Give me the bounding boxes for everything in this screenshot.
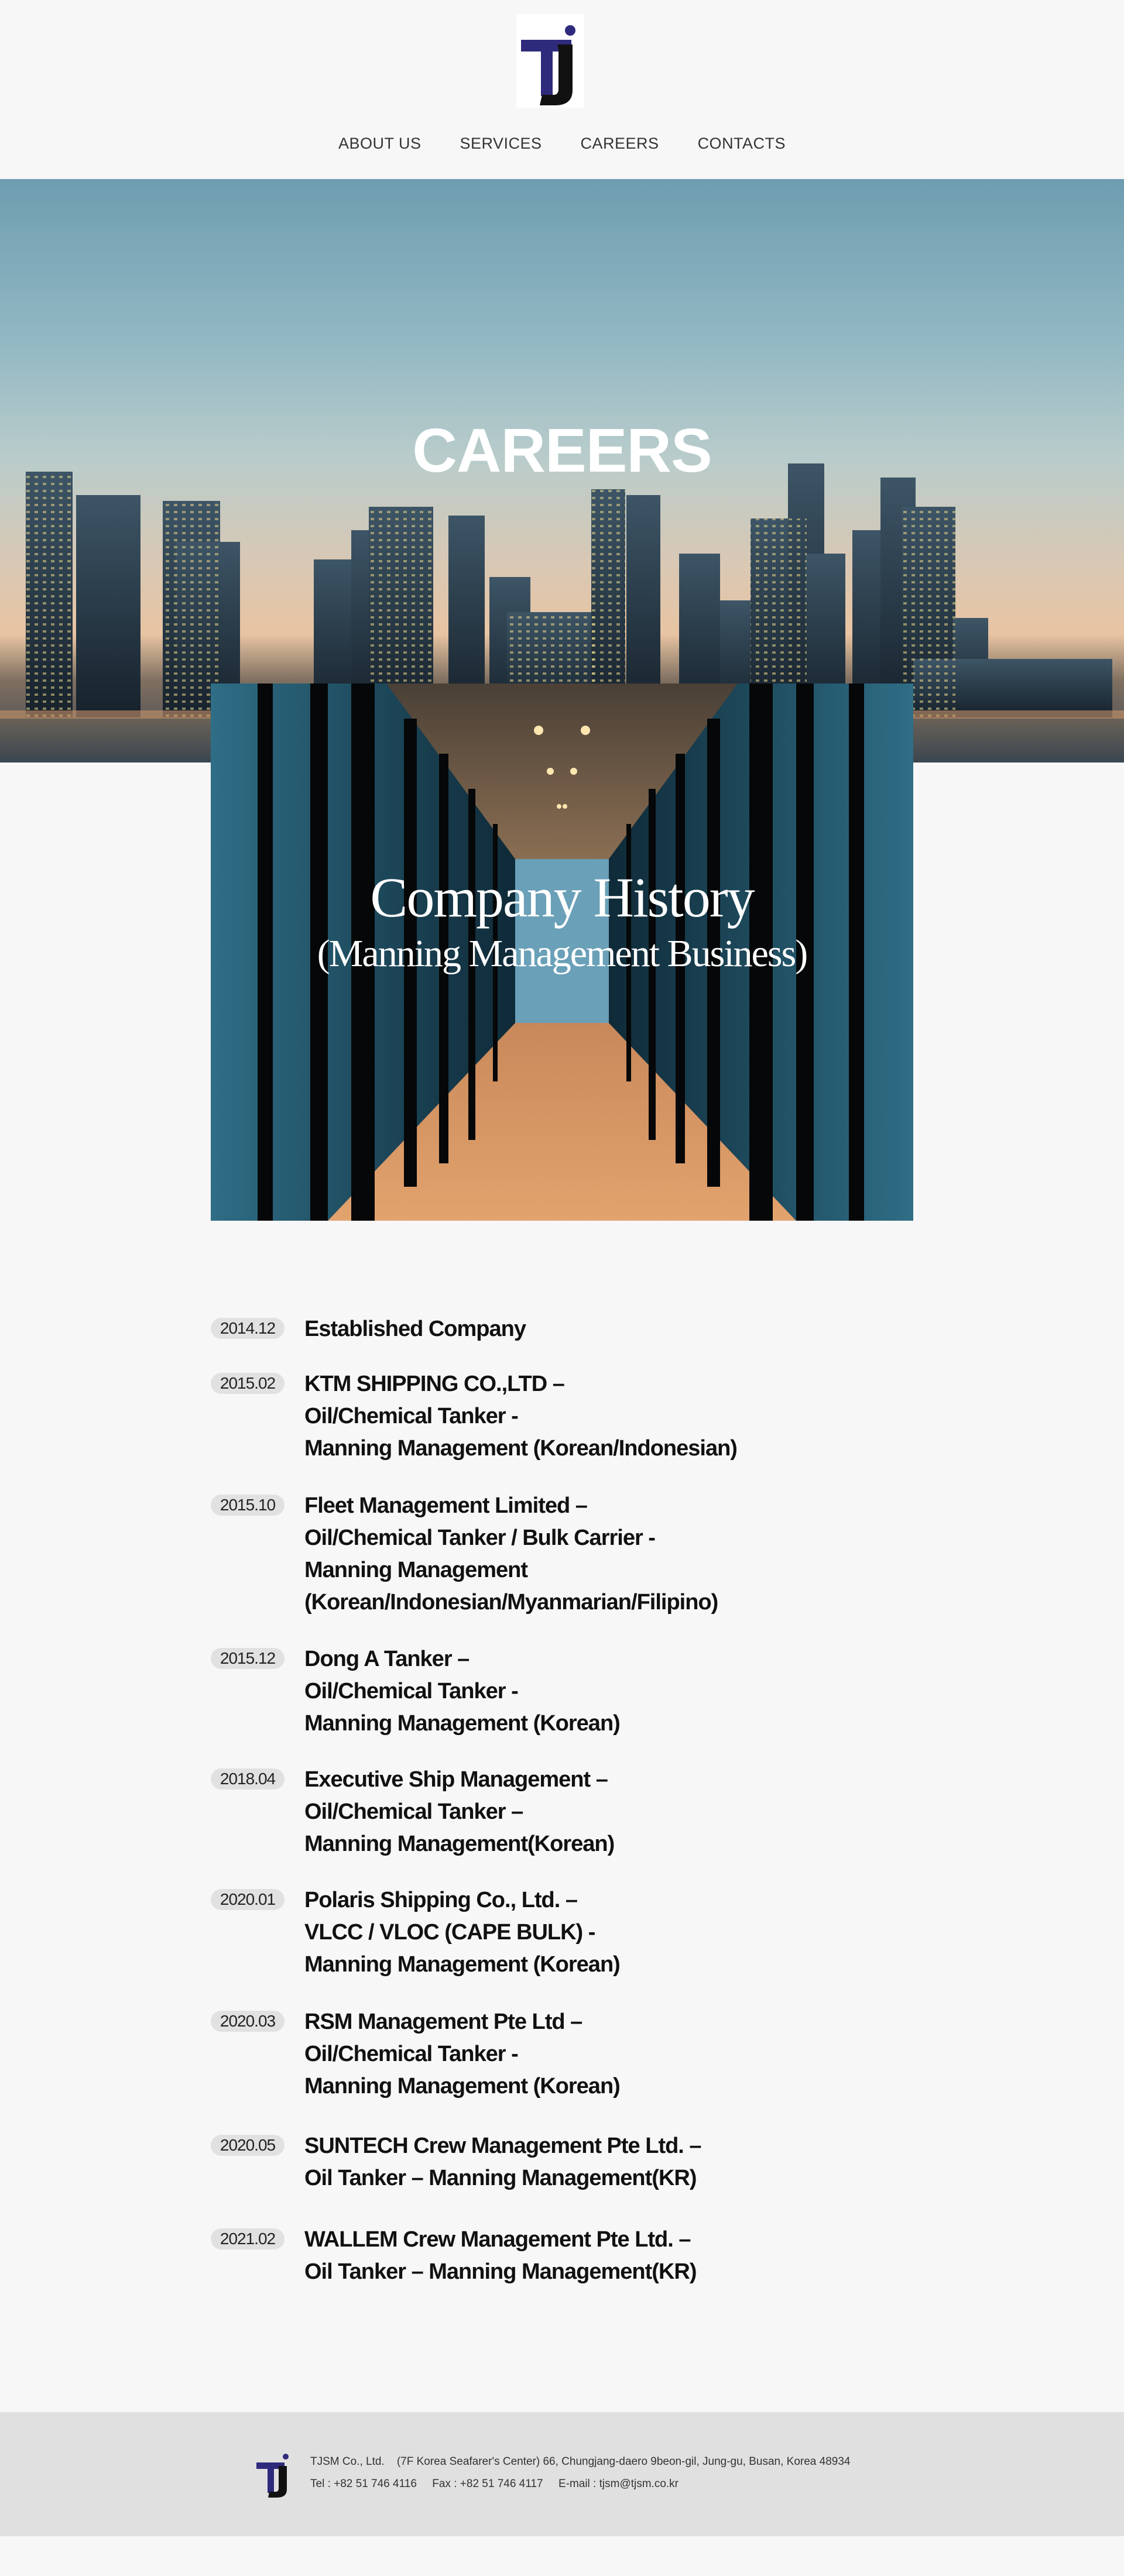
tj-logo[interactable] <box>516 14 584 108</box>
entry-description: Fleet Management Limited – Oil/Chemical … <box>304 1490 718 1619</box>
hero-banner: CAREERS <box>0 179 1124 763</box>
site-header: ABOUT US SERVICES CAREERS CONTACTS <box>0 0 1124 179</box>
date-badge: 2014.12 <box>211 1318 285 1339</box>
date-badge: 2015.10 <box>211 1495 285 1516</box>
date-badge: 2020.05 <box>211 2135 285 2156</box>
entry-description: Polaris Shipping Co., Ltd. – VLCC / VLOC… <box>304 1884 621 1981</box>
entry-line: Oil/Chemical Tanker – <box>304 1799 523 1824</box>
company-history-subtitle: (Manning Management Business) <box>317 932 808 975</box>
entry-line: Manning Management (Korean) <box>304 1711 621 1736</box>
entry-line: Dong A Tanker – <box>304 1647 470 1671</box>
entry-line: Manning Management (Korean/Indonesian) <box>304 1436 738 1461</box>
entry-line: Oil/Chemical Tanker - <box>304 1679 519 1703</box>
entry-description: Established Company <box>304 1313 526 1345</box>
entry-line: Oil/Chemical Tanker / Bulk Carrier - <box>304 1526 656 1550</box>
entry-line: Manning Management (Korean) <box>304 2074 621 2098</box>
entry-line: Polaris Shipping Co., Ltd. – <box>304 1888 578 1912</box>
footer-address: TJSM Co., Ltd. (7F Korea Seafarer's Cent… <box>310 2455 851 2468</box>
entry-description: KTM SHIPPING CO.,LTD – Oil/Chemical Tank… <box>304 1368 738 1465</box>
site-footer: TJSM Co., Ltd. (7F Korea Seafarer's Cent… <box>0 2412 1124 2536</box>
entry-line: Oil/Chemical Tanker - <box>304 2042 519 2066</box>
entry-line: Manning Management (Korean) <box>304 1952 621 1977</box>
entry-line: Fleet Management Limited – <box>304 1493 588 1518</box>
date-badge: 2015.02 <box>211 1373 285 1394</box>
entry-line: Oil/Chemical Tanker - <box>304 1404 519 1428</box>
entry-line: Established Company <box>304 1317 526 1341</box>
entry-description: Dong A Tanker – Oil/Chemical Tanker - Ma… <box>304 1643 621 1740</box>
tj-logo-icon <box>516 14 584 108</box>
entry-line: RSM Management Pte Ltd – <box>304 2010 582 2034</box>
entry-line: Oil Tanker – Manning Management(KR) <box>304 2166 697 2190</box>
entry-line: Manning Management <box>304 1558 528 1582</box>
entry-line: KTM SHIPPING CO.,LTD – <box>304 1372 565 1396</box>
entry-description: SUNTECH Crew Management Pte Ltd. – Oil T… <box>304 2130 702 2194</box>
footer-tj-logo <box>255 2450 294 2499</box>
entry-line: Manning Management(Korean) <box>304 1832 615 1856</box>
company-history-banner: Company History (Manning Management Busi… <box>211 684 913 1221</box>
date-badge: 2020.03 <box>211 2011 285 2032</box>
footer-contact: Tel : +82 51 746 4116 Fax : +82 51 746 4… <box>310 2478 679 2490</box>
company-history-title: Company History <box>370 866 755 929</box>
nav-services[interactable]: SERVICES <box>460 135 542 153</box>
hero-title: CAREERS <box>412 416 712 485</box>
entry-line: (Korean/Indonesian/Myanmarian/Filipino) <box>304 1590 718 1615</box>
nav-about-us[interactable]: ABOUT US <box>338 135 422 153</box>
nav-contacts[interactable]: CONTACTS <box>698 135 786 153</box>
entry-line: Executive Ship Management – <box>304 1767 608 1792</box>
entry-line: Oil Tanker – Manning Management(KR) <box>304 2259 697 2284</box>
entry-description: WALLEM Crew Management Pte Ltd. – Oil Ta… <box>304 2224 697 2288</box>
date-badge: 2018.04 <box>211 1768 285 1790</box>
date-badge: 2015.12 <box>211 1648 285 1669</box>
entry-line: WALLEM Crew Management Pte Ltd. – <box>304 2227 691 2252</box>
entry-line: SUNTECH Crew Management Pte Ltd. – <box>304 2134 702 2158</box>
nav-careers[interactable]: CAREERS <box>581 135 659 153</box>
main-nav: ABOUT US SERVICES CAREERS CONTACTS <box>0 135 1124 153</box>
date-badge: 2020.01 <box>211 1889 285 1910</box>
entry-description: RSM Management Pte Ltd – Oil/Chemical Ta… <box>304 2006 621 2103</box>
tj-logo-icon <box>256 2454 289 2498</box>
date-badge: 2021.02 <box>211 2228 285 2249</box>
entry-description: Executive Ship Management – Oil/Chemical… <box>304 1764 615 1860</box>
entry-line: VLCC / VLOC (CAPE BULK) - <box>304 1920 595 1945</box>
